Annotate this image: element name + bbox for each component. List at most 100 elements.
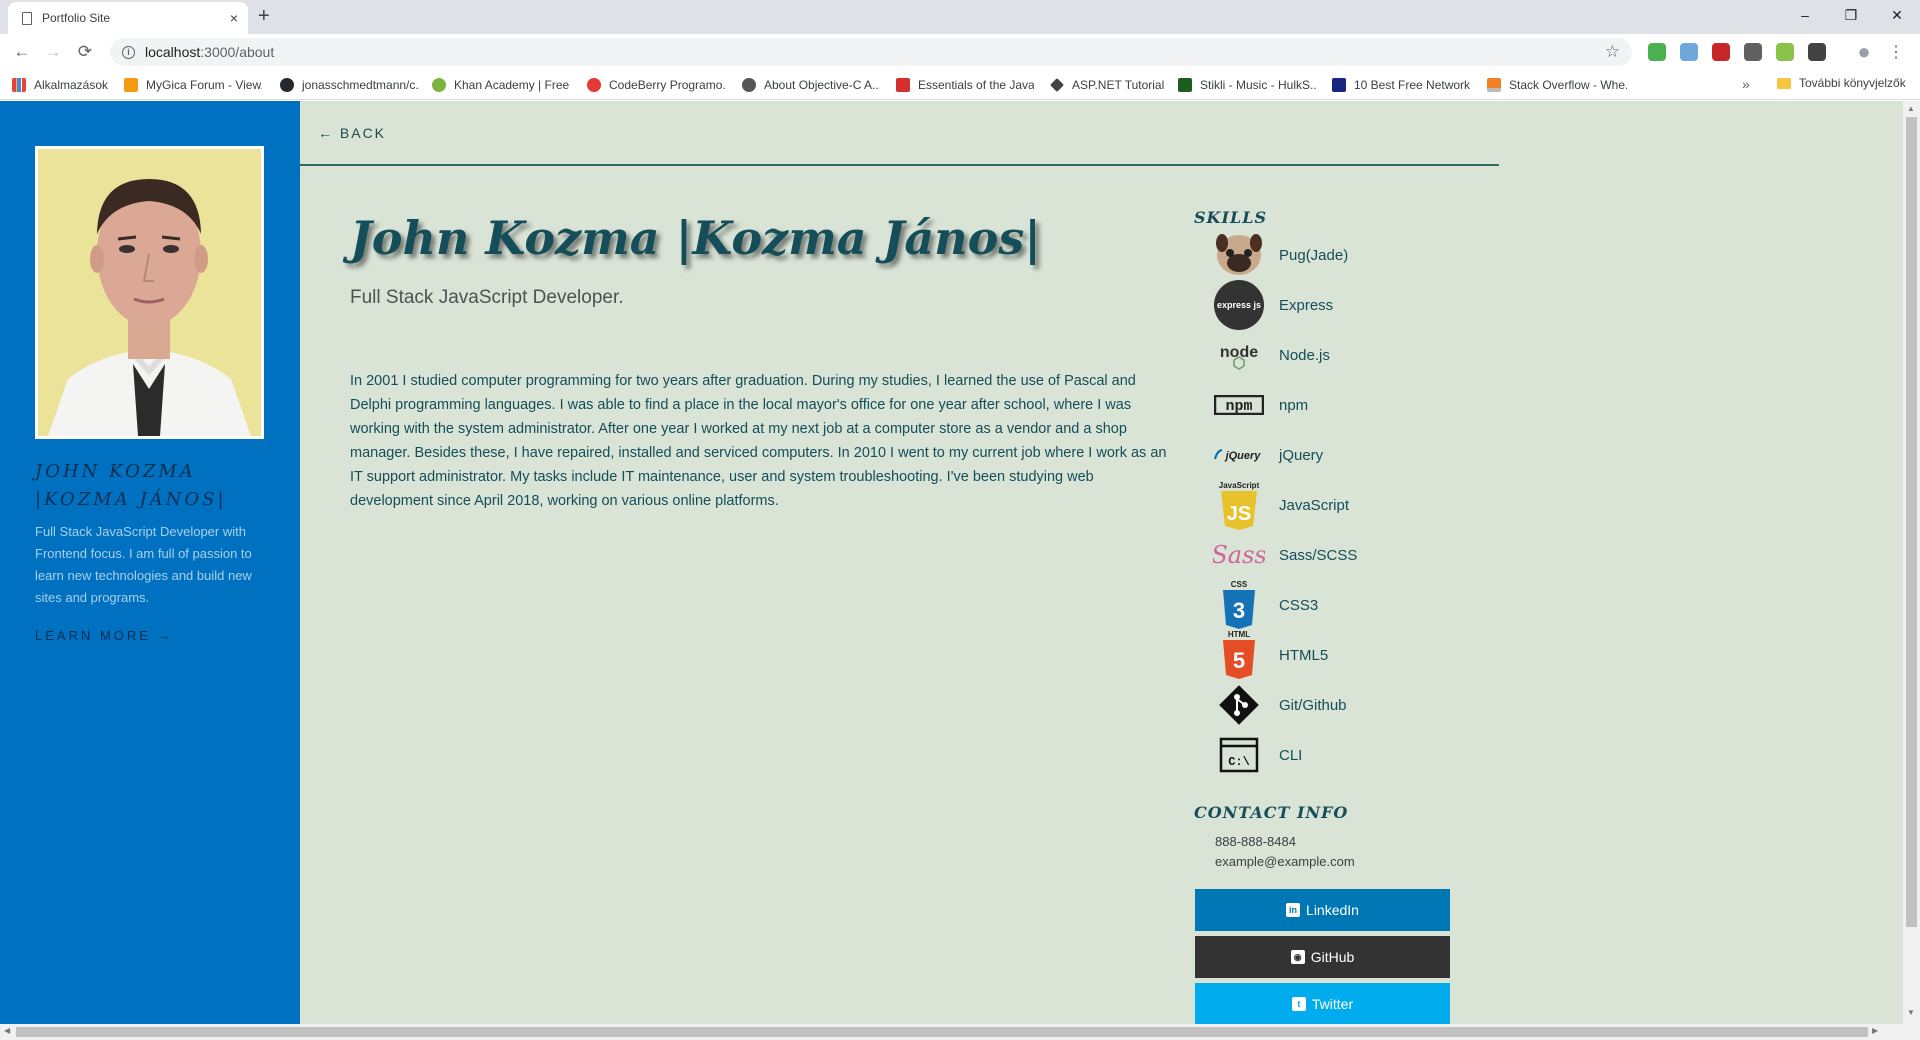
page-subtitle: Full Stack JavaScript Developer.: [350, 287, 624, 308]
linkedin-icon: in: [1286, 903, 1301, 917]
scroll-down-icon[interactable]: ▼: [1907, 1008, 1915, 1017]
tab-title: Portfolio Site: [42, 11, 111, 25]
skill-item: Sass Sass/SCSS: [1213, 533, 1357, 577]
linkedin-button[interactable]: in LinkedIn: [1195, 889, 1450, 931]
sidebar-name: JOHN KOZMA |KOZMA JÁNOS|: [35, 461, 227, 510]
bookmark-khan[interactable]: Khan Academy | Free...: [432, 76, 570, 94]
jquery-icon: jQuery: [1213, 433, 1265, 477]
skill-label: HTML5: [1279, 646, 1329, 664]
page-viewport: JOHN KOZMA |KOZMA JÁNOS| Full Stack Java…: [0, 101, 1903, 1024]
close-window-button[interactable]: ✕: [1874, 0, 1920, 30]
extension-icon[interactable]: [1680, 43, 1698, 61]
vertical-scroll-thumb[interactable]: [1906, 117, 1917, 927]
github-icon: [280, 78, 294, 92]
twitter-label: Twitter: [1311, 996, 1354, 1012]
bookmark-label: Stikli - Music - HulkS...: [1200, 78, 1316, 92]
scroll-right-icon[interactable]: ▶: [1872, 1026, 1878, 1035]
learn-more-link[interactable]: LEARN MORE →: [35, 628, 174, 643]
npm-icon: npm: [1213, 383, 1265, 427]
other-bookmarks-folder[interactable]: További könyvjelzők: [1777, 76, 1906, 90]
cli-logo-text: C:\: [1228, 755, 1250, 769]
site-info-icon[interactable]: i: [122, 45, 135, 59]
browser-toolbar: ← → ⟳ i localhost :3000/about ☆: [0, 34, 1920, 70]
js-logo-caption: JavaScript: [1219, 481, 1260, 490]
bookmark-stackoverflow[interactable]: Stack Overflow - Whe...: [1487, 76, 1627, 94]
profile-avatar-icon[interactable]: ●: [1852, 39, 1876, 64]
css3-icon: CSS 3: [1213, 580, 1265, 629]
bookmark-github[interactable]: jonasschmedtmann/c...: [280, 76, 420, 94]
bookmark-label: Essentials of the Java...: [918, 78, 1034, 92]
contact-phone: 888-888-8484: [1215, 834, 1296, 849]
restore-button[interactable]: ❐: [1828, 0, 1874, 30]
node-logo-text: node: [1220, 344, 1258, 361]
stikli-icon: [1178, 78, 1192, 92]
bookmark-label: About Objective-C A...: [764, 78, 880, 92]
sidebar-description: Full Stack JavaScript Developer with Fro…: [35, 524, 252, 605]
html-logo-text: 5: [1233, 648, 1245, 673]
reload-icon[interactable]: ⟳: [73, 40, 97, 64]
skill-item: C:\ CLI: [1213, 733, 1302, 777]
bookmark-label: ASP.NET Tutorial: [1072, 78, 1165, 92]
sass-logo-text: Sass: [1213, 541, 1265, 569]
html-logo-caption: HTML: [1228, 630, 1250, 639]
sass-icon: Sass: [1213, 533, 1265, 577]
scroll-up-icon[interactable]: ▲: [1907, 104, 1915, 113]
forward-arrow-icon[interactable]: →: [41, 40, 65, 64]
back-link[interactable]: ← BACK: [318, 125, 386, 141]
contact-email: example@example.com: [1215, 854, 1355, 869]
header-divider: [300, 164, 1499, 166]
url-host: localhost: [145, 44, 201, 60]
tab-strip: Portfolio Site × + – ❐ ✕: [0, 0, 1920, 34]
github-button[interactable]: ◉ GitHub: [1195, 936, 1450, 978]
bookmark-codeberry[interactable]: CodeBerry Programo...: [587, 76, 725, 94]
tab-close-icon[interactable]: ×: [230, 10, 238, 26]
skills-heading: SKILLS: [1194, 208, 1267, 227]
bookmark-network[interactable]: 10 Best Free Network...: [1332, 76, 1470, 94]
jquery-logo-text: jQuery: [1224, 450, 1262, 462]
sidebar: JOHN KOZMA |KOZMA JÁNOS| Full Stack Java…: [0, 101, 300, 1024]
npm-logo-text: npm: [1225, 398, 1252, 415]
vertical-scrollbar[interactable]: ▲ ▼: [1903, 101, 1920, 1024]
bookmarks-overflow-button[interactable]: »: [1742, 76, 1750, 92]
bookmark-apps[interactable]: Alkalmazások: [12, 76, 112, 94]
skill-label: Pug(Jade): [1279, 246, 1349, 264]
twitter-icon: t: [1291, 997, 1306, 1011]
skill-item: npm npm: [1213, 383, 1308, 427]
back-arrow-icon[interactable]: ←: [10, 40, 34, 64]
bookmark-label: 10 Best Free Network...: [1354, 78, 1470, 92]
horizontal-scrollbar[interactable]: ◀ ▶: [0, 1024, 1920, 1040]
pug-icon: [1213, 233, 1265, 277]
skill-item: node Node.js: [1213, 333, 1330, 377]
linkedin-label: LinkedIn: [1306, 902, 1359, 918]
new-tab-button[interactable]: +: [258, 5, 270, 28]
scroll-left-icon[interactable]: ◀: [4, 1026, 10, 1035]
bookmark-java[interactable]: Essentials of the Java...: [896, 76, 1034, 94]
extension-icon[interactable]: [1808, 43, 1826, 61]
skill-label: JavaScript: [1279, 496, 1350, 514]
aspnet-icon: [1050, 78, 1064, 92]
bookmark-aspnet[interactable]: ASP.NET Tutorial: [1050, 76, 1170, 94]
extension-icon[interactable]: [1648, 43, 1666, 61]
stackoverflow-icon: [1487, 78, 1501, 92]
bookmark-stikli[interactable]: Stikli - Music - HulkS...: [1178, 76, 1316, 94]
extension-icon[interactable]: [1712, 43, 1730, 61]
bookmark-label: jonasschmedtmann/c...: [302, 78, 420, 92]
extension-icon[interactable]: [1776, 43, 1794, 61]
contact-heading: CONTACT INFO: [1194, 803, 1349, 822]
bookmark-label: MyGica Forum - View...: [146, 78, 262, 92]
address-bar[interactable]: i localhost :3000/about ☆: [110, 38, 1632, 66]
skill-label: npm: [1279, 396, 1309, 414]
bookmark-objective-c[interactable]: About Objective-C A...: [742, 76, 880, 94]
twitter-button[interactable]: t Twitter: [1195, 983, 1450, 1024]
skill-label: Express: [1279, 296, 1334, 314]
bookmark-star-icon[interactable]: ☆: [1605, 42, 1620, 62]
bookmark-mygica[interactable]: MyGica Forum - View...: [124, 76, 262, 94]
bookmark-label: CodeBerry Programo...: [609, 78, 725, 92]
extension-icon[interactable]: [1744, 43, 1762, 61]
browser-menu-icon[interactable]: ⋮: [1884, 40, 1908, 64]
horizontal-scroll-thumb[interactable]: [16, 1027, 1868, 1037]
minimize-button[interactable]: –: [1782, 0, 1828, 30]
tab-portfolio-site[interactable]: Portfolio Site ×: [8, 2, 248, 34]
git-icon: [1213, 683, 1265, 727]
css-logo-text: 3: [1233, 598, 1245, 623]
